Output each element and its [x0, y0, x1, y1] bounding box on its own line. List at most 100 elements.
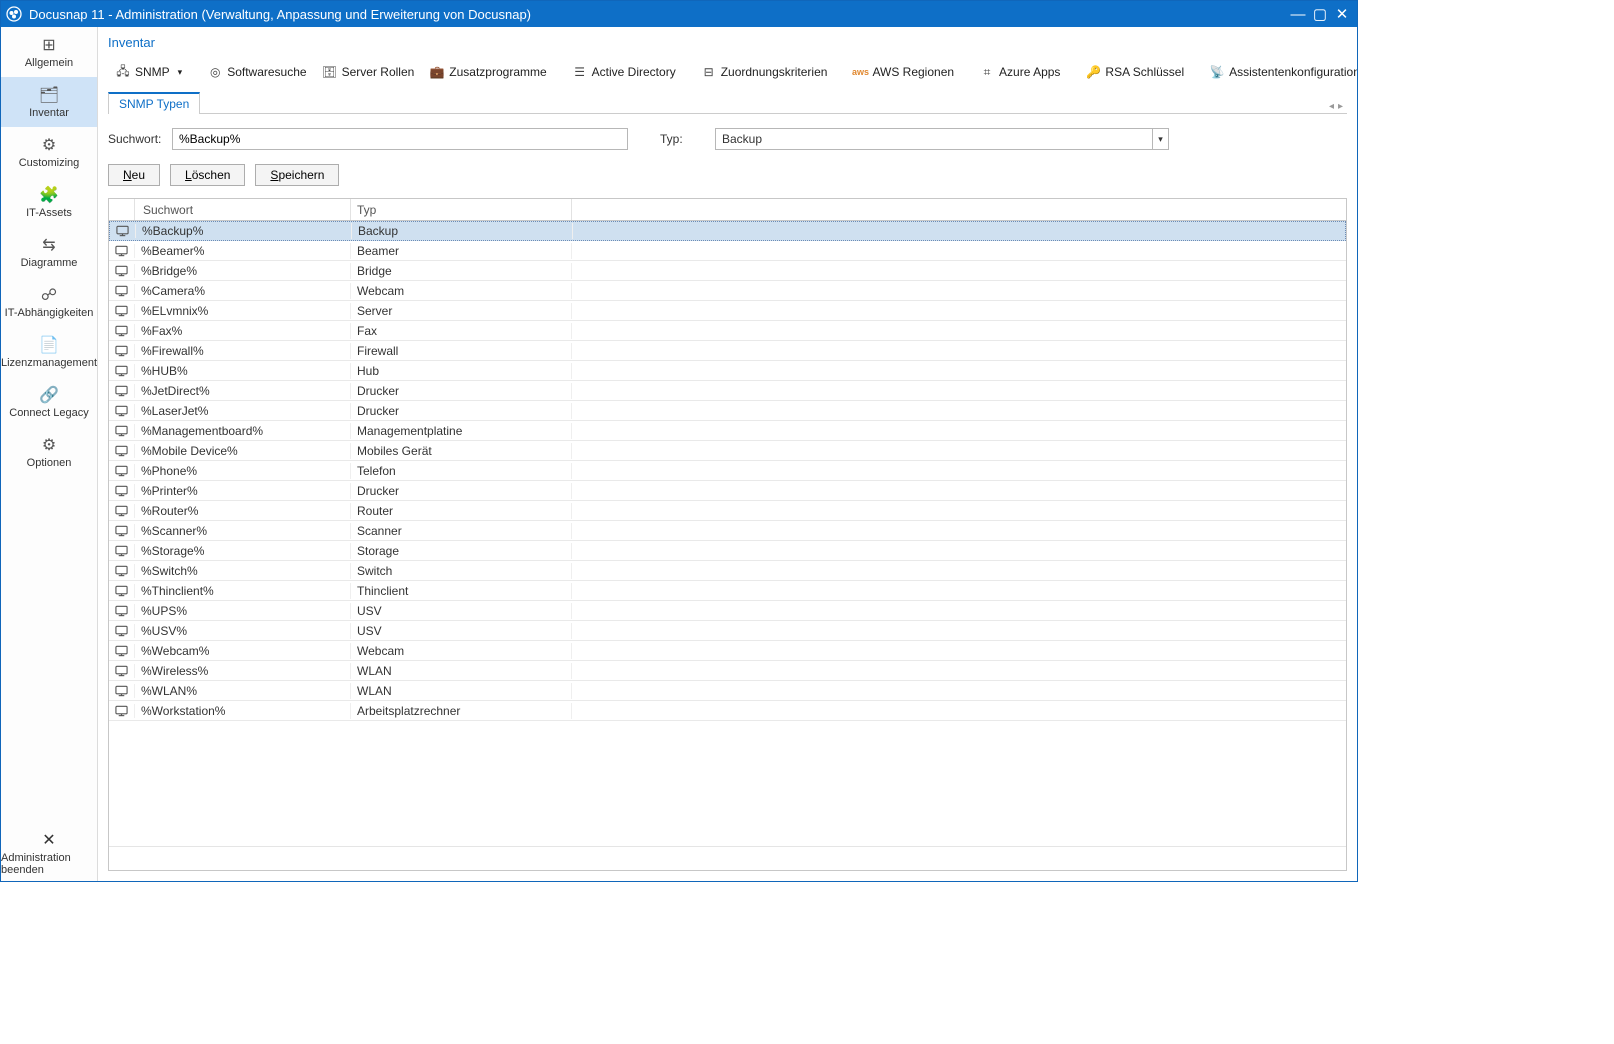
table-row[interactable]: %Switch%Switch: [109, 561, 1346, 581]
toolbar-active-directory[interactable]: ☰ Active Directory: [566, 62, 683, 82]
minimize-button[interactable]: —: [1287, 6, 1309, 23]
table-row[interactable]: %Firewall%Firewall: [109, 341, 1346, 361]
sidebar-exit[interactable]: ✕ Administration beenden: [1, 825, 97, 881]
main-panel: Inventar 🖧 SNMP ▾ ◎ Softwaresuche 🗄 Serv…: [98, 27, 1357, 881]
grid-header-typ[interactable]: Typ: [351, 199, 572, 220]
table-row[interactable]: %Thinclient%Thinclient: [109, 581, 1346, 601]
inventory-icon: 🗂: [39, 85, 59, 105]
toolbar-zuordnungskriterien[interactable]: ⊟ Zuordnungskriterien: [695, 62, 835, 82]
toolbar-aws-regionen[interactable]: aws AWS Regionen: [846, 62, 961, 82]
table-row[interactable]: %LaserJet%Drucker: [109, 401, 1346, 421]
grid-footer: [109, 846, 1346, 870]
table-row[interactable]: %Printer%Drucker: [109, 481, 1346, 501]
cell-suchwort: %Phone%: [135, 463, 351, 479]
table-row[interactable]: %Beamer%Beamer: [109, 241, 1346, 261]
sidebar-item-it-abhaengigkeiten[interactable]: ☍ IT-Abhängigkeiten: [1, 277, 97, 327]
toolbar-label: Assistentenkonfiguration: [1229, 65, 1357, 79]
toolbar-snmp[interactable]: 🖧 SNMP ▾: [109, 62, 189, 82]
sidebar-item-customizing[interactable]: ⚙ Customizing: [1, 127, 97, 177]
table-row[interactable]: %Fax%Fax: [109, 321, 1346, 341]
toolbar-server-rollen[interactable]: 🗄 Server Rollen: [316, 62, 422, 82]
toolbar-label: Zuordnungskriterien: [721, 65, 828, 79]
table-row[interactable]: %Webcam%Webcam: [109, 641, 1346, 661]
sidebar-item-lizenzmanagement[interactable]: 📄 Lizenzmanagement: [1, 327, 97, 377]
cell-rest: [572, 550, 1346, 552]
table-row[interactable]: %Managementboard%Managementplatine: [109, 421, 1346, 441]
close-button[interactable]: ✕: [1331, 5, 1353, 23]
tab-scroll-arrows[interactable]: ◂▸: [1325, 99, 1347, 114]
monitor-icon: [109, 544, 135, 558]
filter-row: Suchwort: Typ: Backup ▾: [108, 128, 1347, 150]
table-row[interactable]: %Workstation%Arbeitsplatzrechner: [109, 701, 1346, 721]
table-row[interactable]: %Wireless%WLAN: [109, 661, 1346, 681]
toolbar-zusatzprogramme[interactable]: 💼 Zusatzprogramme: [423, 62, 553, 82]
table-row[interactable]: %USV%USV: [109, 621, 1346, 641]
table-row[interactable]: %Camera%Webcam: [109, 281, 1346, 301]
monitor-icon: [109, 484, 135, 498]
briefcase-icon: 💼: [430, 65, 444, 79]
monitor-icon: [109, 304, 135, 318]
app-window: Docusnap 11 - Administration (Verwaltung…: [0, 0, 1358, 882]
chevron-left-icon: ◂: [1329, 101, 1334, 112]
grid-header-icon[interactable]: [109, 199, 135, 220]
toolbar-rsa-schluessel[interactable]: 🔑 RSA Schlüssel: [1079, 62, 1191, 82]
cell-suchwort: %Webcam%: [135, 643, 351, 659]
table-row[interactable]: %Bridge%Bridge: [109, 261, 1346, 281]
cell-typ: USV: [351, 603, 572, 619]
table-row[interactable]: %Backup%Backup: [109, 221, 1346, 241]
table-row[interactable]: %WLAN%WLAN: [109, 681, 1346, 701]
sidebar: ⊞ Allgemein 🗂 Inventar ⚙ Customizing 🧩 I…: [1, 27, 98, 881]
table-row[interactable]: %ELvmnix%Server: [109, 301, 1346, 321]
cell-suchwort: %Scanner%: [135, 523, 351, 539]
suchwort-input[interactable]: [172, 128, 628, 150]
table-row[interactable]: %Storage%Storage: [109, 541, 1346, 561]
sidebar-item-diagramme[interactable]: ⇆ Diagramme: [1, 227, 97, 277]
sidebar-item-inventar[interactable]: 🗂 Inventar: [1, 77, 97, 127]
tab-snmp-typen[interactable]: SNMP Typen: [108, 92, 200, 114]
maximize-button[interactable]: ▢: [1309, 5, 1331, 23]
toolbar-softwaresuche[interactable]: ◎ Softwaresuche: [201, 62, 313, 82]
table-row[interactable]: %UPS%USV: [109, 601, 1346, 621]
sidebar-exit-label: Administration beenden: [1, 852, 97, 876]
app-icon: [5, 5, 23, 23]
cell-suchwort: %Backup%: [136, 223, 352, 239]
cell-rest: [572, 530, 1346, 532]
toolbar-assistentenkonfiguration[interactable]: 📡 Assistentenkonfiguration: [1203, 62, 1357, 82]
table-row[interactable]: %Phone%Telefon: [109, 461, 1346, 481]
diagram-icon: ⇆: [42, 235, 55, 255]
table-row[interactable]: %HUB%Hub: [109, 361, 1346, 381]
button-row: NNeueu LöschenLöschen SpeichernSpeichern: [108, 164, 1347, 186]
loeschen-button[interactable]: LöschenLöschen: [170, 164, 245, 186]
table-row[interactable]: %JetDirect%Drucker: [109, 381, 1346, 401]
monitor-icon: [109, 424, 135, 438]
typ-select[interactable]: Backup ▾: [715, 128, 1169, 150]
speichern-button[interactable]: SpeichernSpeichern: [255, 164, 339, 186]
sidebar-item-connect-legacy[interactable]: 🔗 Connect Legacy: [1, 377, 97, 427]
cell-rest: [572, 450, 1346, 452]
table-row[interactable]: %Mobile Device%Mobiles Gerät: [109, 441, 1346, 461]
connect-icon: 🔗: [39, 385, 59, 405]
table-row[interactable]: %Scanner%Scanner: [109, 521, 1346, 541]
cell-rest: [572, 570, 1346, 572]
sidebar-item-label: Allgemein: [25, 57, 73, 69]
sidebar-item-optionen[interactable]: ⚙ Optionen: [1, 427, 97, 477]
monitor-icon: [109, 604, 135, 618]
monitor-icon: [109, 564, 135, 578]
monitor-icon: [109, 624, 135, 638]
neu-button[interactable]: NNeueu: [108, 164, 160, 186]
cell-rest: [572, 310, 1346, 312]
cell-suchwort: %ELvmnix%: [135, 303, 351, 319]
sidebar-item-it-assets[interactable]: 🧩 IT-Assets: [1, 177, 97, 227]
monitor-icon: [109, 344, 135, 358]
cell-suchwort: %Switch%: [135, 563, 351, 579]
toolbar-label: Azure Apps: [999, 65, 1060, 79]
toolbar-azure-apps[interactable]: ⌗ Azure Apps: [973, 62, 1067, 82]
table-row[interactable]: %Router%Router: [109, 501, 1346, 521]
grid-header-suchwort[interactable]: Suchwort: [135, 199, 351, 220]
chevron-down-icon[interactable]: ▾: [1152, 129, 1168, 149]
sidebar-item-allgemein[interactable]: ⊞ Allgemein: [1, 27, 97, 77]
snmp-icon: 🖧: [116, 65, 130, 79]
monitor-icon: [109, 404, 135, 418]
cell-rest: [572, 670, 1346, 672]
cell-rest: [572, 430, 1346, 432]
